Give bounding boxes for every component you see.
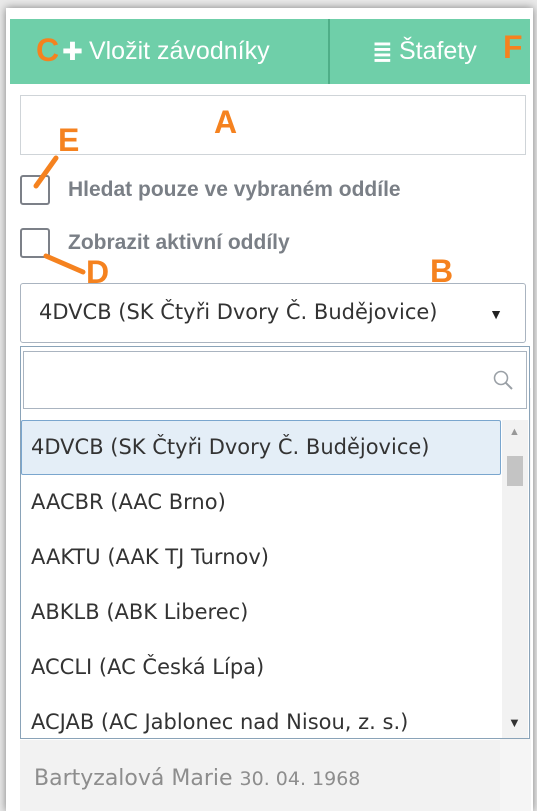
annotation-pointers — [33, 155, 86, 275]
annotation-d-pointer — [43, 253, 86, 275]
annotation-e-pointer — [33, 155, 59, 189]
